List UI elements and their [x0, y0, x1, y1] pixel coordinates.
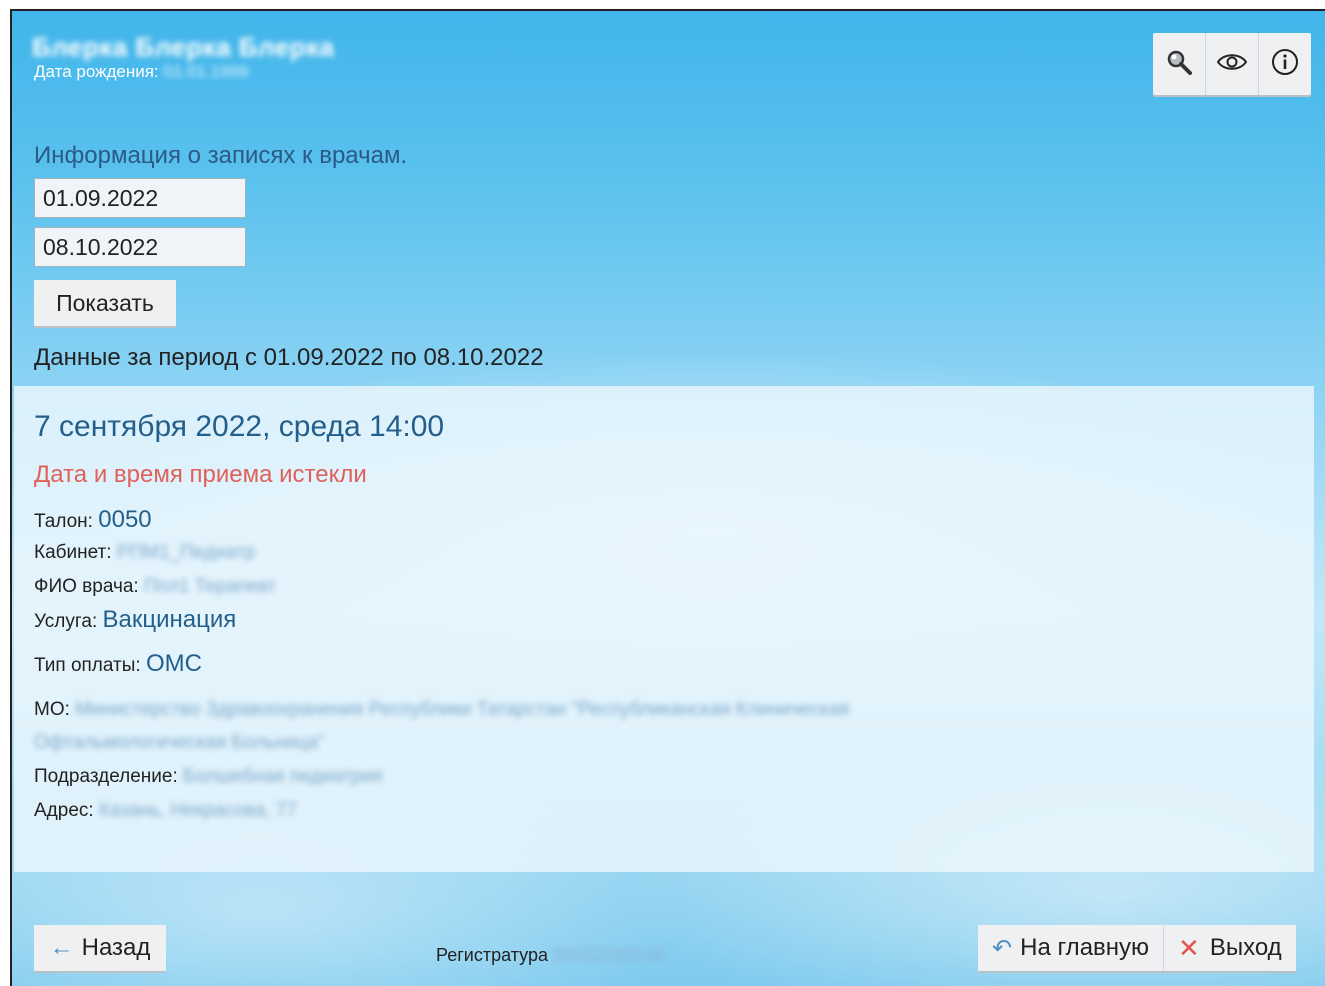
back-button[interactable]: ← Назад: [34, 925, 166, 971]
date-to-input[interactable]: [34, 227, 246, 267]
back-label: Назад: [81, 934, 151, 961]
close-icon: ✕: [1178, 932, 1200, 963]
footer-nav-group: ↶ На главную ✕ Выход: [978, 925, 1296, 971]
home-label: На главную: [1020, 934, 1150, 961]
division-value: Болшебная педиатрия: [183, 766, 383, 787]
appointment-card: 7 сентября 2022, среда 14:00 Дата и врем…: [14, 386, 1314, 872]
registry-value: 88552290548: [553, 945, 664, 965]
exit-button[interactable]: ✕ Выход: [1163, 925, 1296, 971]
top-toolbar: [1153, 33, 1311, 95]
period-text: Данные за период с 01.09.2022 по 08.10.2…: [34, 344, 544, 371]
division-row: Подразделение: Болшебная педиатрия: [34, 766, 382, 788]
info-icon: [1271, 48, 1299, 81]
arrow-left-icon: ←: [49, 934, 74, 961]
date-from-input[interactable]: [34, 178, 246, 218]
service-label: Услуга:: [34, 611, 98, 632]
eye-icon: [1216, 50, 1248, 79]
dob-label: Дата рождения:: [34, 62, 159, 81]
info-button[interactable]: [1259, 33, 1311, 95]
address-label: Адрес:: [34, 800, 94, 821]
show-button[interactable]: Показать: [34, 280, 176, 326]
payment-row: Тип оплаты: ОМС: [34, 650, 202, 678]
division-label: Подразделение:: [34, 766, 178, 787]
search-icon: [1164, 47, 1194, 82]
ticket-value: 0050: [98, 506, 152, 533]
mo-value-line1: Министерство Здравоохранения Республики …: [75, 699, 850, 720]
payment-value: ОМС: [145, 650, 202, 677]
app-window: Блерка Блерка Блерка Дата рождения: 01.0…: [10, 9, 1325, 986]
service-row: Услуга: Вакцинация: [34, 606, 236, 634]
dob-value: 01.01.1999: [163, 62, 249, 81]
address-value: Казань, Некрасова, 77: [98, 800, 297, 821]
mo-row-2: Офтальмологическая Больница": [34, 732, 324, 754]
ticket-row: Талон: 0050: [34, 506, 152, 534]
service-value: Вакцинация: [102, 606, 237, 633]
appointment-status: Дата и время приема истекли: [34, 461, 367, 488]
accessibility-button[interactable]: [1206, 33, 1259, 95]
cabinet-value: РПМ1_Педиатр: [116, 542, 256, 563]
doctor-row: ФИО врача: Ппл1 Терапевт: [34, 576, 276, 598]
exit-label: Выход: [1209, 934, 1282, 961]
section-title: Информация о записях к врачам.: [34, 142, 408, 169]
mo-value-line2: Офтальмологическая Больница": [34, 732, 325, 753]
appointment-datetime: 7 сентября 2022, среда 14:00: [34, 410, 445, 443]
mo-row: МО: Министерство Здравоохранения Республ…: [34, 699, 849, 721]
search-button[interactable]: [1153, 33, 1206, 95]
ticket-label: Талон:: [34, 511, 93, 532]
registry-label: Регистратура: [436, 945, 548, 965]
address-row: Адрес: Казань, Некрасова, 77: [34, 800, 297, 822]
payment-label: Тип оплаты:: [34, 655, 141, 676]
mo-label: МО:: [34, 699, 70, 720]
patient-dob: Дата рождения: 01.01.1999: [34, 62, 248, 82]
doctor-value: Ппл1 Терапевт: [144, 576, 277, 597]
cabinet-label: Кабинет:: [34, 542, 112, 563]
patient-name: Блерка Блерка Блерка: [32, 32, 335, 62]
cabinet-row: Кабинет: РПМ1_Педиатр: [34, 542, 255, 564]
registry-info: Регистратура 88552290548: [436, 945, 663, 966]
arrow-back-icon: ↶: [992, 934, 1013, 962]
doctor-label: ФИО врача:: [34, 576, 139, 597]
home-button[interactable]: ↶ На главную: [978, 925, 1164, 971]
